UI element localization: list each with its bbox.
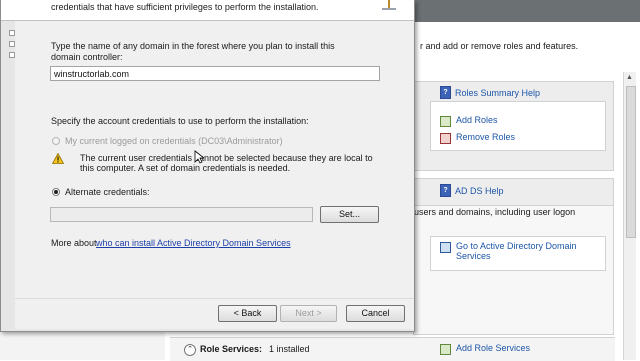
role-services-bar: ⌃ Role Services: 1 installed	[170, 337, 615, 361]
remove-roles-link[interactable]: Remove Roles	[440, 132, 515, 144]
adds-installation-wizard: credentials that have sufficient privile…	[0, 0, 415, 332]
back-button[interactable]: < Back	[218, 305, 277, 322]
alternate-credentials-label: Alternate credentials:	[65, 187, 150, 197]
adds-icon	[440, 242, 451, 253]
alternate-credentials-field	[50, 207, 313, 222]
adds-help-label: AD DS Help	[455, 185, 504, 196]
collapse-icon[interactable]: ⌃	[184, 344, 196, 356]
warning-icon	[52, 153, 64, 164]
domain-name-input[interactable]: winstructorlab.com	[50, 66, 380, 81]
remove-roles-icon	[440, 133, 451, 144]
add-roles-label: Add Roles	[456, 115, 498, 125]
role-services-count: 1 installed	[269, 344, 310, 354]
alternate-credentials-radio[interactable]	[52, 188, 60, 196]
scroll-thumb[interactable]	[626, 86, 636, 238]
current-credentials-label: My current logged on credentials (DC03\A…	[65, 136, 283, 146]
wizard-banner-icon	[382, 0, 396, 10]
content-scrollbar[interactable]: ▲	[623, 72, 636, 360]
cancel-button[interactable]: Cancel	[346, 305, 405, 322]
roles-summary-help-label: Roles Summary Help	[455, 87, 541, 98]
adds-help-link[interactable]: ? AD DS Help	[440, 184, 504, 197]
add-roles-icon	[440, 116, 451, 127]
remove-roles-label: Remove Roles	[456, 132, 516, 142]
more-about-link[interactable]: who can install Active Directory Domain …	[96, 238, 291, 248]
goto-adds-label: Go to Active Directory Domain Services	[456, 241, 577, 261]
adds-description: users and domains, including user logon	[414, 207, 576, 217]
footer-divider	[15, 298, 414, 299]
current-credentials-radio[interactable]	[52, 137, 60, 145]
help-icon: ?	[440, 86, 451, 99]
wizard-banner-text: credentials that have sufficient privile…	[51, 2, 319, 12]
add-role-services-link[interactable]: Add Role Services	[440, 343, 530, 355]
more-about-prefix: More about	[51, 238, 97, 248]
roles-description: r and add or remove roles and features.	[420, 41, 579, 51]
goto-adds-link[interactable]: Go to Active Directory Domain Services	[440, 241, 590, 261]
next-button[interactable]: Next >	[280, 305, 337, 322]
domain-prompt: Type the name of any domain in the fores…	[51, 41, 335, 62]
role-services-label: Role Services:	[200, 344, 263, 354]
warning-text: The current user credentials cannot be s…	[80, 153, 373, 173]
mouse-cursor-icon	[194, 150, 204, 164]
set-credentials-button[interactable]: Set...	[320, 206, 379, 223]
credentials-heading: Specify the account credentials to use t…	[51, 116, 309, 126]
roles-summary-help-link[interactable]: ? Roles Summary Help	[440, 86, 540, 99]
add-roles-link[interactable]: Add Roles	[440, 115, 498, 127]
add-role-services-label: Add Role Services	[456, 343, 531, 353]
scroll-up-icon[interactable]: ▲	[626, 74, 633, 81]
help-icon: ?	[440, 184, 451, 197]
add-role-services-icon	[440, 344, 451, 355]
